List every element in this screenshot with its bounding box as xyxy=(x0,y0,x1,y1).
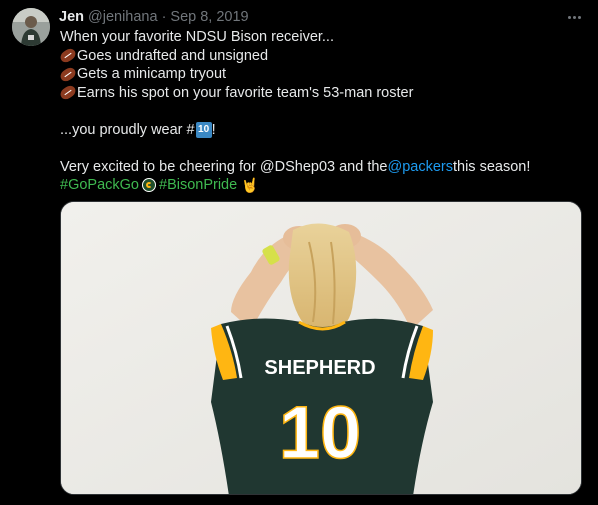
jersey-name: SHEPHERD xyxy=(264,357,375,379)
football-icon xyxy=(58,83,78,102)
tweet-date[interactable]: Sep 8, 2019 xyxy=(170,9,248,25)
packers-logo-icon xyxy=(142,178,156,193)
hashtag-link[interactable]: #GoPackGo xyxy=(60,176,139,195)
more-options-icon[interactable] xyxy=(562,8,586,26)
tweet-line-text: this season! xyxy=(452,158,531,175)
hashtag-link[interactable]: #BisonPride xyxy=(159,176,237,195)
tweet-line-text: Gets a minicamp tryout xyxy=(77,66,227,82)
tweet-line: Goes undrafted and unsigned xyxy=(58,46,580,66)
tweet-line: #GoPackGo #BisonPride 🤘 xyxy=(60,176,580,195)
keycap-ten-icon: 10 xyxy=(195,121,212,138)
tweet-line: Earns his spot on your favorite team's 5… xyxy=(58,83,580,103)
author-handle[interactable]: @jenihana xyxy=(88,9,158,25)
avatar[interactable] xyxy=(12,8,50,46)
tweet-text: When your favorite NDSU Bison receiver..… xyxy=(58,28,580,195)
tweet-line: Very excited to be cheering for @DShep03… xyxy=(60,158,580,177)
tweet-line: ...you proudly wear # 10 ! xyxy=(60,121,580,140)
football-icon xyxy=(58,46,78,65)
horns-hand-icon: 🤘 xyxy=(241,177,259,193)
tweet-line-text: When your favorite NDSU Bison receiver..… xyxy=(60,29,334,45)
tweet-line-text: Very excited to be cheering for @DShep03… xyxy=(60,158,388,175)
tweet-line-text: Goes undrafted and unsigned xyxy=(77,47,269,64)
tweet-line: Gets a minicamp tryout xyxy=(58,65,580,84)
tweet-line-text: ...you proudly wear # xyxy=(60,121,195,138)
tweet-line-text: ! xyxy=(211,121,216,138)
tweet-line-text: Earns his spot on your favorite team's 5… xyxy=(77,84,414,101)
tweet-photo[interactable]: SHEPHERD 10 xyxy=(60,201,582,495)
tweet-line: When your favorite NDSU Bison receiver..… xyxy=(60,28,580,47)
separator-dot: · xyxy=(161,9,167,25)
tweet-header: Jen @jenihana · Sep 8, 2019 xyxy=(59,7,558,27)
jersey-number: 10 xyxy=(279,391,361,474)
author-name[interactable]: Jen xyxy=(59,9,84,25)
mention-link[interactable]: @packers xyxy=(387,158,453,177)
football-icon xyxy=(58,65,78,84)
